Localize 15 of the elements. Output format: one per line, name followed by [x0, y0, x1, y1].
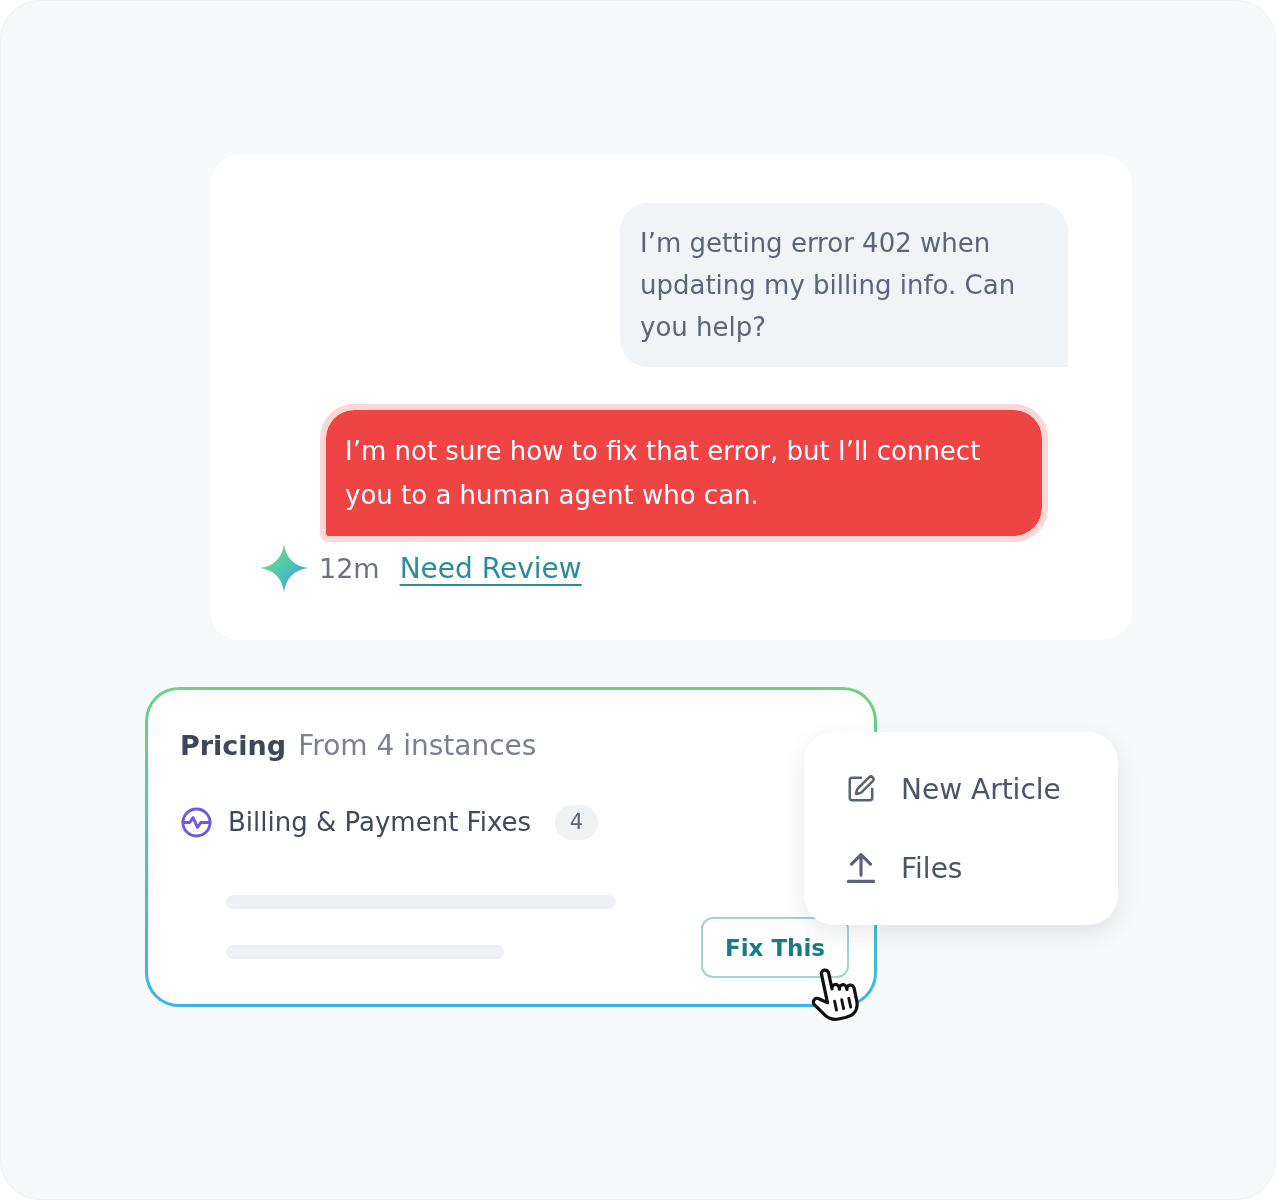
count-badge: 4 — [555, 804, 599, 840]
bot-message-bubble: I’m not sure how to fix that error, but I’ll connect you to a human agent who can. — [320, 404, 1048, 542]
issue-title: Pricing — [180, 729, 287, 763]
edit-icon — [846, 774, 876, 804]
message-time: 12m — [319, 552, 380, 584]
need-review-link[interactable]: Need Review — [399, 551, 582, 585]
upload-icon — [846, 853, 876, 883]
fix-this-button[interactable]: Fix This — [701, 917, 849, 978]
user-message-bubble: I’m getting error 402 when updating my billing info. Can you help? — [620, 203, 1068, 367]
menu-item[interactable]: New Article — [846, 771, 1061, 807]
category-label: Billing & Payment Fixes — [228, 807, 532, 837]
menu-item[interactable]: Files — [846, 850, 963, 886]
sparkle-icon — [260, 544, 308, 592]
pulse-icon — [181, 806, 212, 838]
issue-subtitle: From 4 instances — [298, 728, 537, 764]
